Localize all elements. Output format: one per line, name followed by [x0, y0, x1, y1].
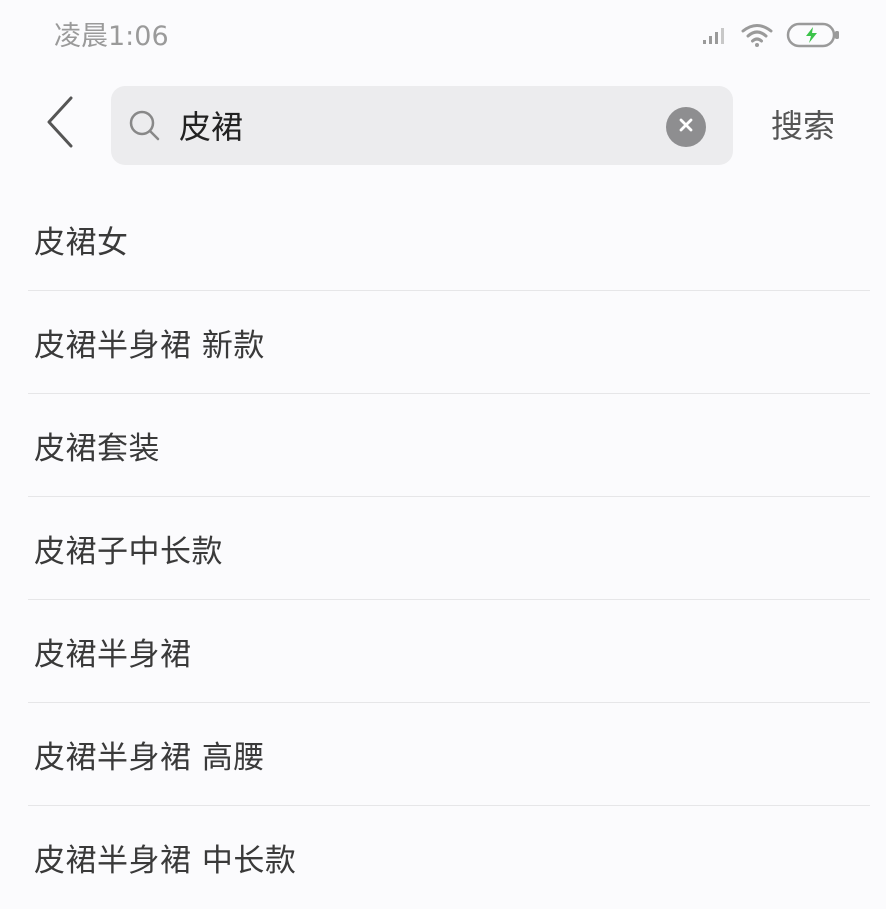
back-button[interactable]: [30, 94, 90, 154]
suggestion-text: 皮裙子中长款: [34, 533, 223, 570]
battery-charging-icon: [786, 22, 842, 52]
search-icon: [127, 108, 163, 144]
suggestion-item[interactable]: 皮裙半身裙: [28, 600, 870, 703]
suggestion-text: 皮裙半身裙 中长款: [34, 843, 297, 879]
suggestion-item[interactable]: 皮裙女: [28, 188, 870, 291]
status-icons: [702, 20, 842, 54]
suggestion-text: 皮裙女: [34, 224, 129, 261]
suggestion-item[interactable]: 皮裙套装: [28, 394, 870, 497]
suggestion-text: 皮裙半身裙 新款: [34, 327, 265, 364]
chevron-left-icon: [43, 94, 77, 154]
close-icon: [677, 116, 695, 138]
wifi-icon: [740, 22, 774, 52]
suggestion-list: 皮裙女 皮裙半身裙 新款 皮裙套装 皮裙子中长款 皮裙半身裙 皮裙半身裙 高腰 …: [28, 188, 870, 909]
status-bar: 凌晨1:06: [0, 0, 886, 72]
clear-button[interactable]: [666, 107, 706, 147]
search-submit-button[interactable]: 搜索: [771, 106, 835, 146]
suggestion-text: 皮裙套装: [34, 430, 160, 467]
suggestion-item[interactable]: 皮裙子中长款: [28, 497, 870, 600]
suggestion-item[interactable]: 皮裙半身裙 中长款: [28, 806, 870, 909]
suggestion-item[interactable]: 皮裙半身裙 高腰: [28, 703, 870, 806]
search-header: 搜索: [0, 84, 886, 166]
suggestion-item[interactable]: 皮裙半身裙 新款: [28, 291, 870, 394]
search-input[interactable]: [179, 100, 649, 150]
status-time: 凌晨1:06: [54, 21, 169, 52]
search-box[interactable]: [111, 86, 733, 165]
suggestion-text: 皮裙半身裙: [34, 636, 192, 673]
signal-icon: [702, 25, 728, 49]
suggestion-text: 皮裙半身裙 高腰: [34, 739, 265, 776]
